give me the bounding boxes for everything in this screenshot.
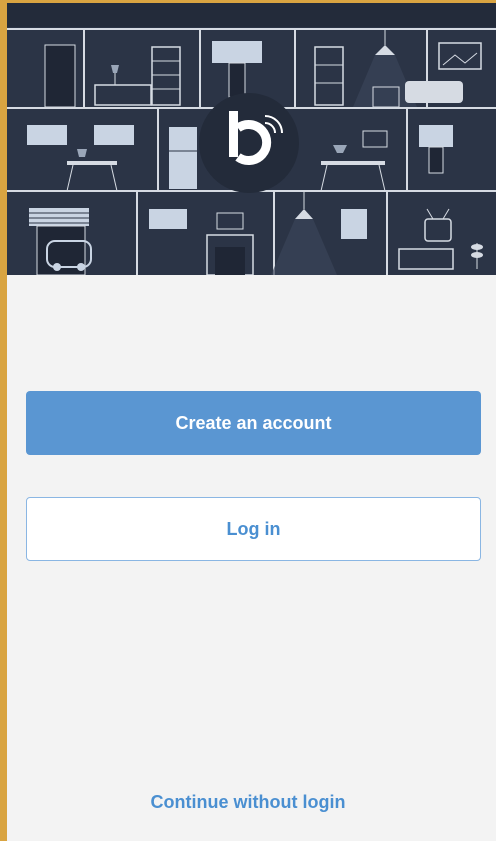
hero-illustration: [7, 3, 496, 275]
house-cutaway-illustration: [7, 3, 496, 275]
create-account-button[interactable]: Create an account: [26, 391, 481, 455]
login-button[interactable]: Log in: [26, 497, 481, 561]
window-left-border: [0, 0, 7, 841]
continue-without-login-link[interactable]: Continue without login: [0, 788, 496, 816]
brand-logo-icon: [199, 93, 299, 193]
